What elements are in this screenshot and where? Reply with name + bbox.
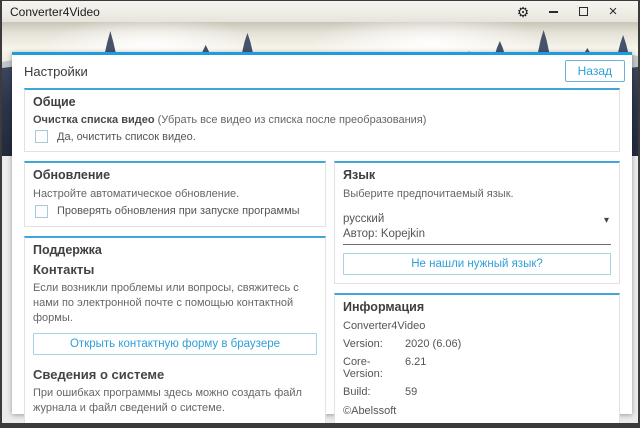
information-title: Информация [343, 300, 611, 314]
minimize-button[interactable] [538, 1, 568, 22]
general-title: Общие [33, 95, 611, 109]
card-language: Язык Выберите предпочитаемый язык. русск… [334, 161, 620, 284]
support-title: Поддержка [33, 243, 317, 257]
check-updates-checkbox[interactable] [35, 205, 48, 218]
selected-language: русский [343, 212, 425, 227]
info-core-version-value: 6.21 [405, 356, 426, 380]
close-button[interactable]: × [598, 1, 628, 22]
right-column: Язык Выберите предпочитаемый язык. русск… [334, 161, 620, 423]
settings-cards: Общие Очистка списка видео (Убрать все в… [12, 88, 632, 423]
info-row-core-version: Core-Version: 6.21 [343, 356, 611, 380]
info-copyright: ©Abelssoft [343, 405, 611, 417]
clear-list-checkbox[interactable] [35, 130, 48, 143]
language-select[interactable]: русский Автор: Kopejkin ▾ [343, 212, 611, 245]
check-updates-checkbox-label: Проверять обновления при запуске програм… [57, 205, 300, 217]
settings-columns: Обновление Настройте автоматическое обно… [24, 161, 620, 423]
update-description: Настройте автоматическое обновление. [33, 187, 317, 202]
title-bar: Converter4Video ⚙ × [2, 1, 638, 22]
contacts-subtitle: Контакты [33, 262, 317, 277]
back-button[interactable]: Назад [565, 60, 625, 82]
info-app-name: Converter4Video [343, 320, 611, 332]
system-info-text: При ошибках программы здесь можно создат… [33, 386, 317, 416]
clear-list-checkbox-label: Да, очистить список видео. [57, 131, 196, 143]
settings-gear-icon[interactable]: ⚙ [508, 1, 538, 22]
settings-header: Настройки Назад [12, 55, 632, 88]
contacts-text: Если возникли проблемы или вопросы, свяж… [33, 281, 317, 326]
close-icon: × [609, 4, 618, 19]
update-checkbox-row: Проверять обновления при запуске програм… [33, 205, 317, 218]
info-version-value: 2020 (6.06) [405, 338, 461, 350]
card-information: Информация Converter4Video Version: 2020… [334, 293, 620, 423]
missing-language-button[interactable]: Не нашли нужный язык? [343, 253, 611, 275]
card-update: Обновление Настройте автоматическое обно… [24, 161, 326, 227]
left-column: Обновление Настройте автоматическое обно… [24, 161, 326, 423]
info-row-build: Build: 59 [343, 386, 611, 398]
system-info-subtitle: Сведения о системе [33, 367, 317, 382]
info-build-value: 59 [405, 386, 417, 398]
language-description: Выберите предпочитаемый язык. [343, 187, 611, 202]
window-title: Converter4Video [10, 5, 100, 19]
selected-language-author: Автор: Kopejkin [343, 227, 425, 242]
maximize-button[interactable] [568, 1, 598, 22]
general-checkbox-row: Да, очистить список видео. [33, 130, 611, 143]
maximize-icon [579, 7, 588, 16]
window-controls: ⚙ × [508, 1, 628, 22]
general-option-label: Очистка списка видео (Убрать все видео и… [33, 114, 611, 126]
open-contact-form-button[interactable]: Открыть контактную форму в браузере [33, 333, 317, 355]
language-title: Язык [343, 168, 611, 182]
info-row-version: Version: 2020 (6.06) [343, 338, 611, 350]
chevron-down-icon: ▾ [604, 215, 609, 226]
update-title: Обновление [33, 168, 317, 182]
card-general: Общие Очистка списка видео (Убрать все в… [24, 88, 620, 152]
app-window: Converter4Video ⚙ × [2, 1, 638, 423]
settings-panel: Настройки Назад Общие Очистка списка вид… [12, 52, 632, 414]
settings-title: Настройки [24, 64, 88, 79]
language-select-value: русский Автор: Kopejkin [343, 212, 425, 242]
card-support: Поддержка Контакты Если возникли проблем… [24, 236, 326, 423]
minimize-icon [549, 11, 558, 13]
